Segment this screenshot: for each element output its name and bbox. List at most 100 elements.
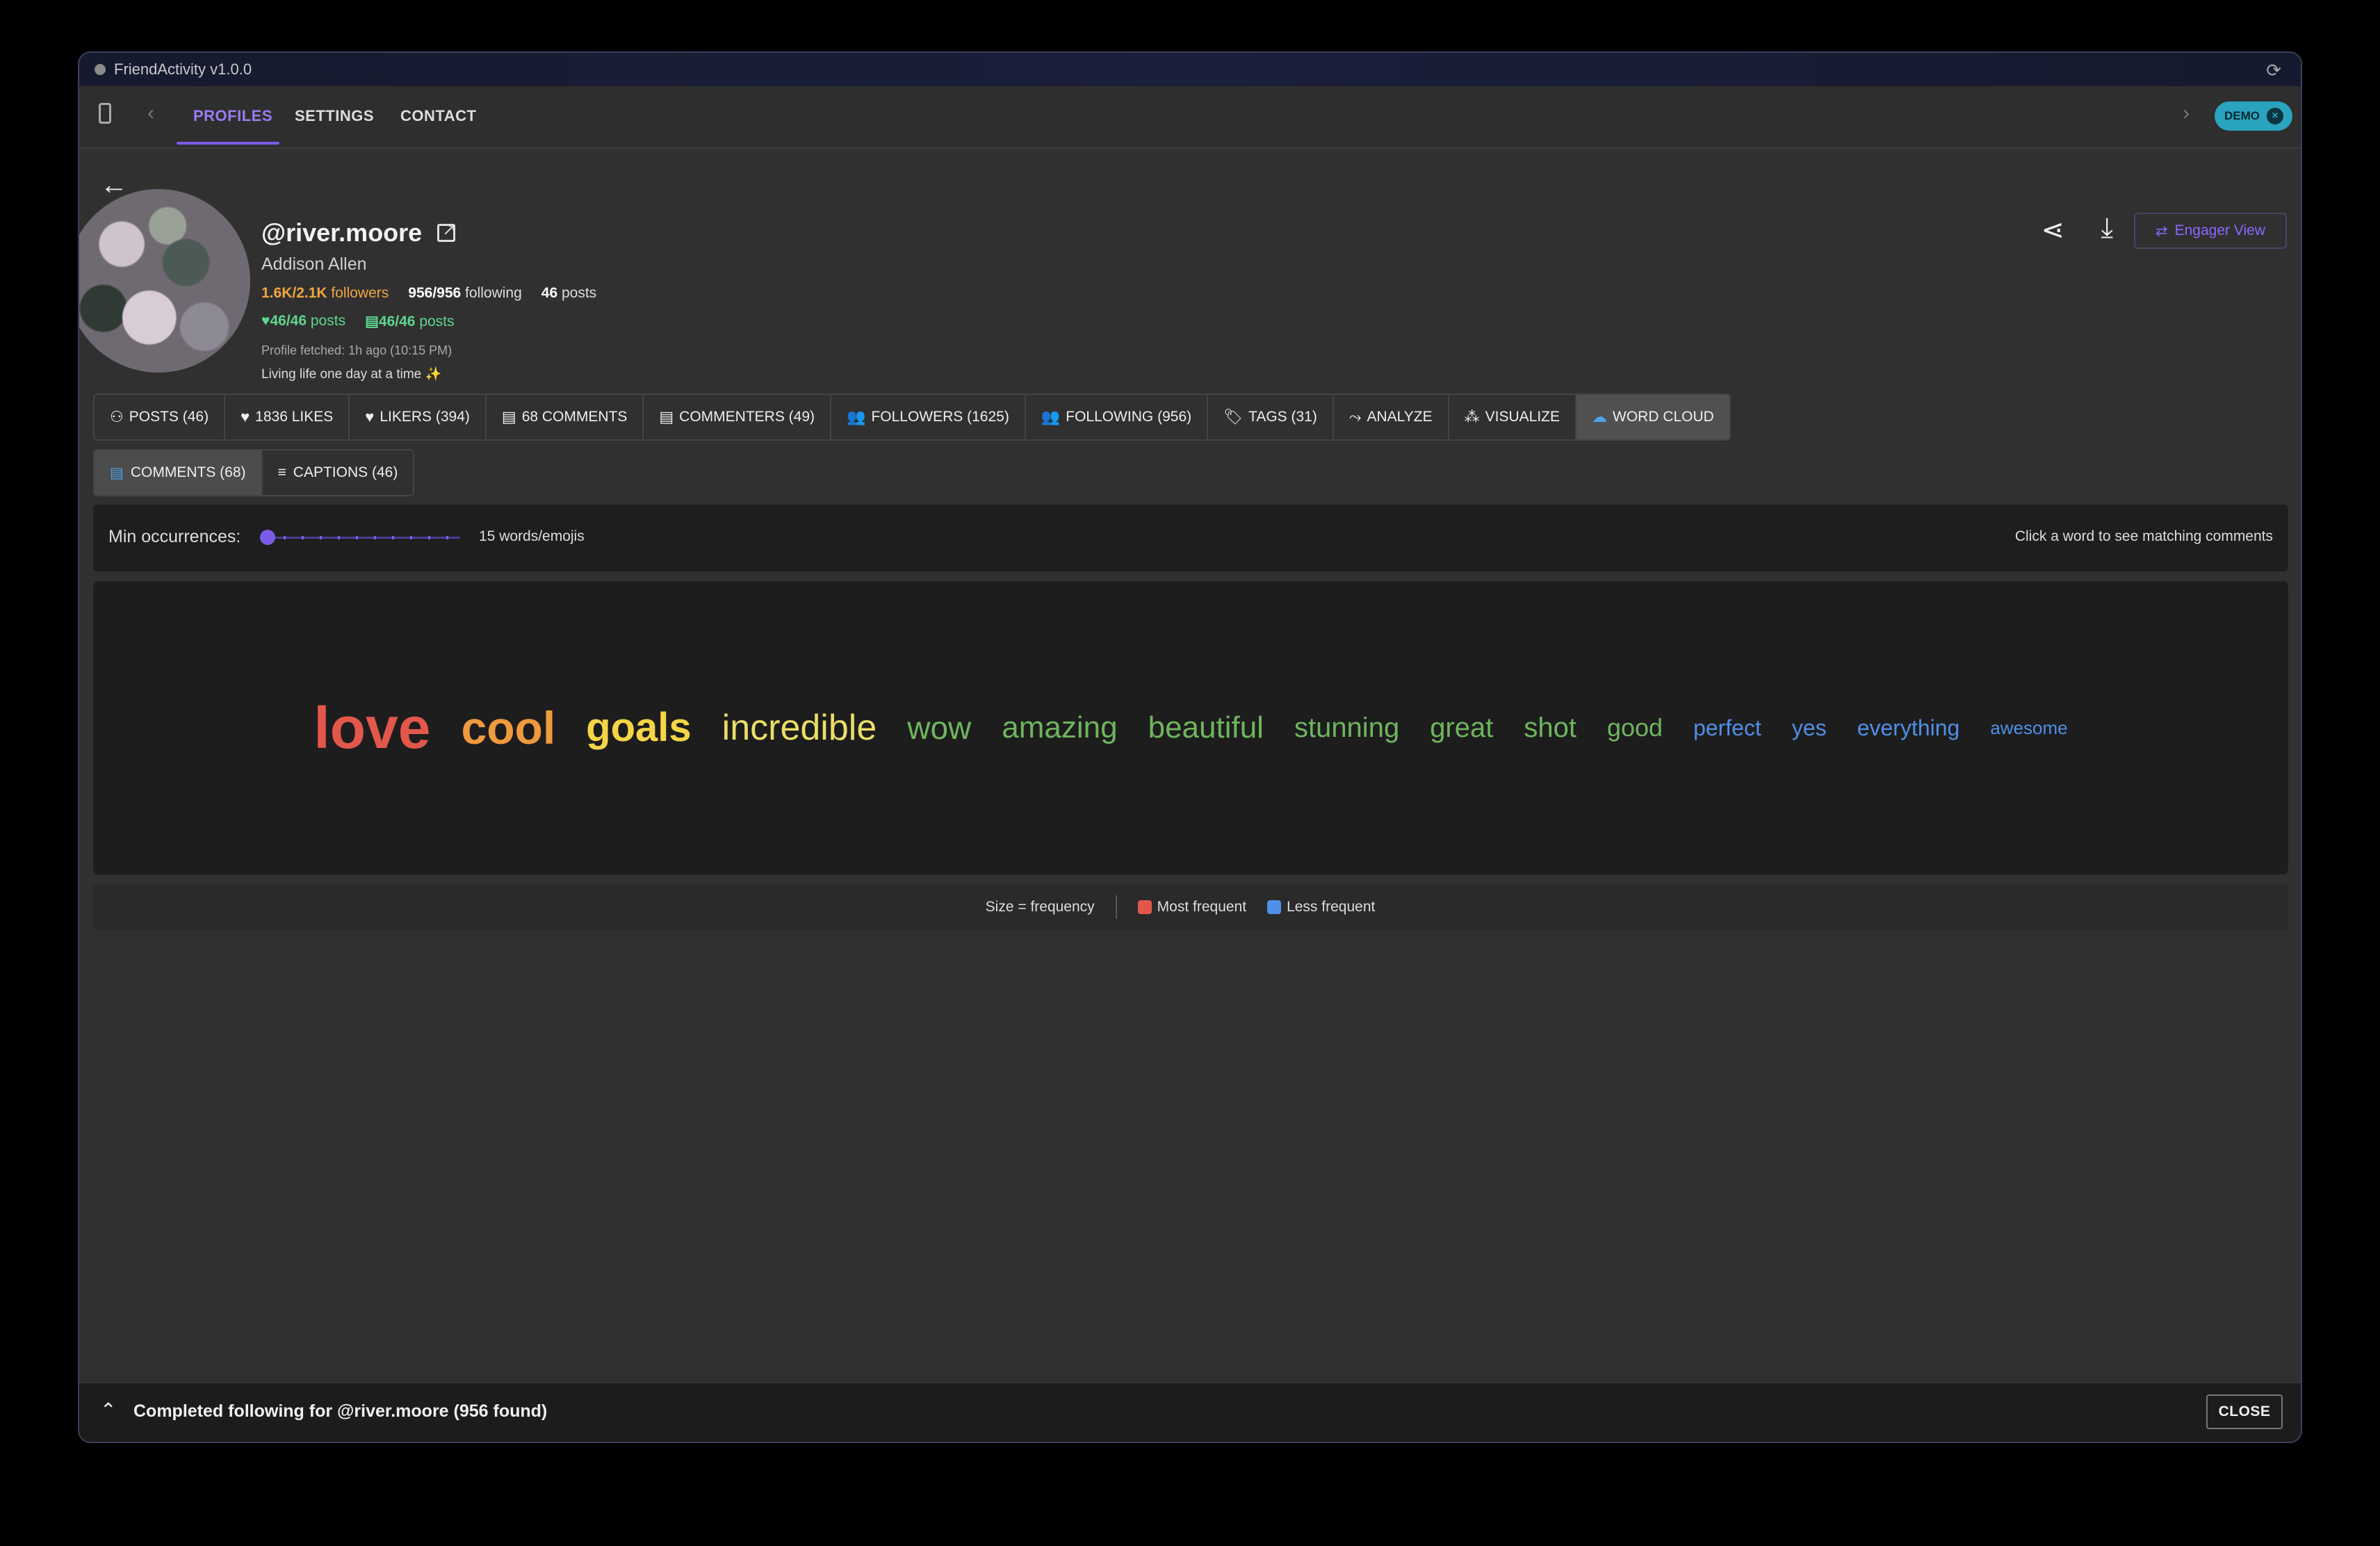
tab-label: COMMENTERS (49) [679,409,815,425]
legend-swatch-less [1267,900,1282,914]
following-stat: 956/956 following [408,285,521,302]
legend-panel: Size = frequency Most frequent Less freq… [93,884,2288,930]
heart-icon: ♥ [241,408,250,425]
min-occurrences-label: Min occurrences: [108,527,241,546]
following-label: following [465,285,522,301]
slider-value: 15 words/emojis [479,528,585,544]
profile-stats: 1.6K/2.1K followers 956/956 following 46… [261,285,596,302]
username-row: @river.moore [261,218,456,247]
tab-likes[interactable]: ♥ 1836 LIKES [225,395,350,439]
refresh-icon[interactable]: ⟳ [2266,60,2281,81]
heart-icon: ♥ [261,313,270,329]
tab-label: FOLLOWERS (1625) [871,409,1009,425]
followers-value: 1.6K/2.1K [261,285,327,301]
profile-fetched-time: Profile fetched: 1h ago (10:15 PM) [261,343,453,357]
external-link-icon[interactable] [437,220,456,242]
word-perfect[interactable]: perfect [1693,717,1761,739]
profile-username: @river.moore [261,218,423,247]
liked-posts-value: 46/46 [270,313,307,329]
close-icon[interactable]: × [2267,108,2283,124]
click-hint: Click a word to see matching comments [2014,528,2273,544]
tab-tags[interactable]: 🏷 TAGS (31) [1208,395,1334,439]
slider-ticks [266,536,460,539]
tab-analyze[interactable]: ⤳ ANALYZE [1334,395,1449,439]
tab-settings[interactable]: SETTINGS [295,107,374,125]
tab-following[interactable]: 👥 FOLLOWING (956) [1026,395,1209,439]
tab-posts[interactable]: ⚇ POSTS (46) [95,395,226,439]
tab-label: LIKERS (394) [380,409,470,425]
main-tabs: ⚇ POSTS (46) ♥ 1836 LIKES ♥ LIKERS (394) ▤ 6… [93,393,1731,441]
heart-icon: ♥ [365,408,375,425]
word-beautiful[interactable]: beautiful [1148,713,1264,743]
status-message: Completed following for @river.moore (95… [133,1401,548,1421]
tab-label: VISUALIZE [1485,409,1560,425]
word-shot[interactable]: shot [1524,714,1576,742]
word-love[interactable]: love [313,699,430,757]
subtab-label: CAPTIONS (46) [293,464,398,480]
tab-label: TAGS (31) [1248,409,1317,425]
tab-visualize[interactable]: ⁂ VISUALIZE [1449,395,1576,439]
word-amazing[interactable]: amazing [1002,713,1117,743]
word-stunning[interactable]: stunning [1294,714,1399,742]
people-icon: 👥 [847,408,866,425]
subtab-captions[interactable]: ≡ CAPTIONS (46) [263,450,414,495]
active-tab-indicator [177,142,279,145]
word-awesome[interactable]: awesome [1990,719,2067,737]
tab-followers[interactable]: 👥 FOLLOWERS (1625) [831,395,1026,439]
word-cool[interactable]: cool [461,705,555,751]
tab-likers[interactable]: ♥ LIKERS (394) [350,395,487,439]
bubbles-icon: ⁂ [1464,408,1480,425]
demo-badge[interactable]: DEMO × [2215,101,2292,131]
comment-icon: ▤ [110,464,124,481]
chevron-up-icon[interactable]: ⌃ [100,1399,116,1422]
slider-thumb[interactable] [260,530,275,545]
word-everything[interactable]: everything [1857,717,1960,739]
tab-label: FOLLOWING (956) [1066,409,1192,425]
posts-icon: ⚇ [110,408,124,425]
tab-commenters[interactable]: ▤ COMMENTERS (49) [644,395,832,439]
cloud-icon: ☁ [1592,408,1607,425]
demo-badge-label: DEMO [2224,109,2260,122]
tab-comments[interactable]: ▤ 68 COMMENTS [487,395,644,439]
download-icon[interactable]: ⤓ [2101,213,2113,244]
swap-icon: ⇄ [2155,222,2168,239]
share-icon[interactable]: ⋖ [2041,214,2064,246]
subtab-label: COMMENTS (68) [130,464,246,480]
engager-view-button[interactable]: ⇄ Engager View [2134,213,2287,249]
chevron-right-icon[interactable]: › [2183,101,2190,125]
tab-contact[interactable]: CONTACT [400,107,476,125]
engagement-stats: ♥46/46 posts ▤46/46 posts [261,313,455,330]
word-wow[interactable]: wow [907,712,971,744]
window-title: FriendActivity v1.0.0 [114,60,252,78]
word-good[interactable]: good [1607,715,1663,740]
trend-icon: ⤳ [1348,408,1362,425]
word-great[interactable]: great [1430,714,1493,742]
phone-icon[interactable] [99,103,111,124]
legend-less-label: Less frequent [1287,899,1376,915]
liked-posts-stat: ♥46/46 posts [261,313,345,330]
tab-label: ANALYZE [1367,409,1433,425]
word-cloud: love cool goals incredible wow amazing b… [93,581,2288,874]
followers-label: followers [331,285,389,301]
legend-size-text: Size = frequency [985,899,1095,915]
legend-less: Less frequent [1267,899,1375,916]
profile-full-name: Addison Allen [261,254,367,274]
lines-icon: ≡ [277,464,286,480]
engager-view-label: Engager View [2174,222,2265,238]
following-value: 956/956 [408,285,462,301]
tab-label: WORD CLOUD [1613,409,1714,425]
chevron-left-icon[interactable]: ‹ [147,101,154,125]
legend-most: Most frequent [1137,899,1246,916]
commented-posts-stat: ▤46/46 posts [365,313,454,330]
word-yes[interactable]: yes [1792,717,1827,739]
word-goals[interactable]: goals [586,708,692,748]
subtab-comments[interactable]: ▤ COMMENTS (68) [95,450,263,495]
commented-posts-label: posts [419,314,455,329]
word-incredible[interactable]: incredible [722,710,877,746]
people-icon: 👥 [1041,408,1061,425]
close-button[interactable]: CLOSE [2206,1394,2283,1429]
tab-word-cloud[interactable]: ☁ WORD CLOUD [1576,395,1729,439]
profile-bio: Living life one day at a time ✨ [261,367,442,382]
tab-profiles[interactable]: PROFILES [193,107,272,125]
legend-swatch-most [1137,900,1152,914]
